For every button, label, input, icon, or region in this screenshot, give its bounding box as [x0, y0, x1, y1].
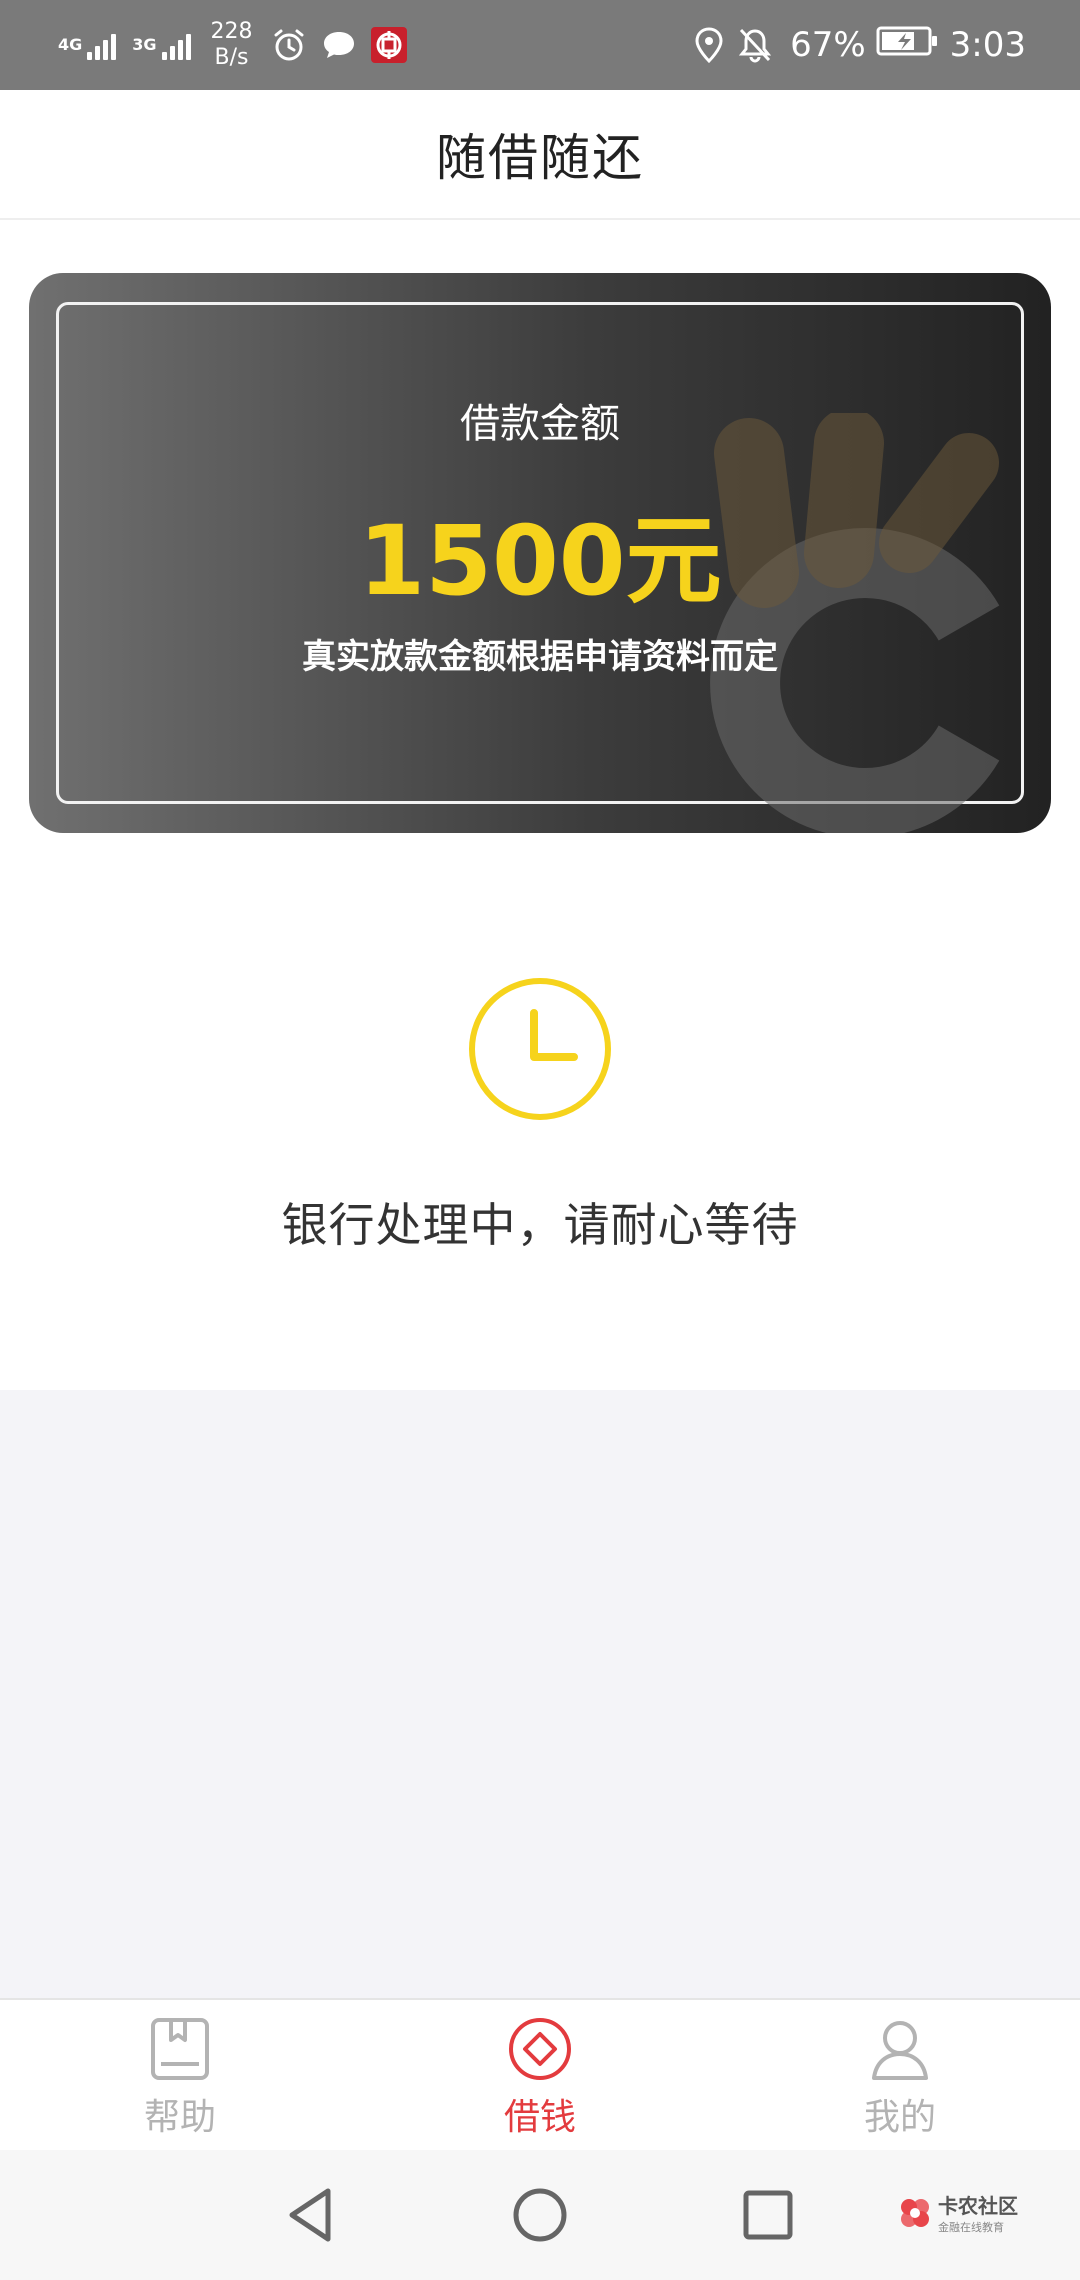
alarm-icon [271, 27, 307, 63]
recent-apps-square-icon[interactable] [738, 2185, 798, 2245]
back-triangle-icon[interactable] [280, 2185, 340, 2245]
signal-bars-icon [159, 30, 191, 60]
empty-content-area [0, 1390, 1080, 1998]
processing-section: 银行处理中，请耐心等待 [0, 833, 1080, 1390]
kanong-logo-icon [901, 2198, 929, 2227]
network-speed-unit: B/s [214, 45, 249, 70]
page-header: 随借随还 [0, 90, 1080, 220]
page-title: 随借随还 [436, 129, 644, 187]
system-nav-bar: 卡农社区 金融在线教育 [0, 2150, 1080, 2280]
status-bar: 4G 3G 228 B/s 67% 3:03 [0, 0, 1080, 90]
loan-amount-label: 借款金额 [460, 401, 620, 447]
help-book-icon [151, 2018, 209, 2080]
tab-help-label: 帮助 [143, 2097, 216, 2138]
battery-percent: 67% [790, 25, 866, 65]
loan-amount-value: 1500元 [358, 505, 722, 617]
home-circle-icon[interactable] [510, 2185, 570, 2245]
network-speed-value: 228 [210, 19, 253, 44]
bottom-tab-bar: 帮助 借钱 我的 [0, 1998, 1080, 2152]
signal-3g-label: 3G [132, 35, 157, 54]
status-bar-right: 67% 3:03 [694, 0, 1026, 90]
card-logo-watermark-icon [710, 413, 1000, 833]
network-speed: 228 B/s [211, 19, 253, 71]
signal-4g: 4G [58, 30, 117, 60]
profile-person-icon [872, 2021, 928, 2080]
signal-bars-icon [84, 30, 117, 60]
signal-3g: 3G [132, 30, 191, 60]
watermark-title: 卡农社区 [938, 2194, 1018, 2218]
loan-amount-note: 真实放款金额根据申请资料而定 [302, 637, 778, 677]
bank-app-icon [370, 27, 407, 63]
tab-help[interactable]: 帮助 [0, 2000, 360, 2152]
processing-status-text: 银行处理中，请耐心等待 [281, 1198, 799, 1252]
signal-4g-label: 4G [58, 35, 83, 54]
clock-time: 3:03 [949, 25, 1026, 65]
bell-muted-icon [738, 27, 772, 63]
tab-profile-label: 我的 [863, 2097, 936, 2138]
location-icon [694, 27, 724, 63]
borrow-diamond-icon [509, 2018, 571, 2080]
loan-amount-card: 借款金额 1500元 真实放款金额根据申请资料而定 [29, 273, 1051, 833]
kanong-watermark: 卡农社区 金融在线教育 [898, 2190, 1018, 2235]
tab-borrow[interactable]: 借钱 [360, 2000, 720, 2152]
tab-borrow-label: 借钱 [503, 2097, 576, 2138]
watermark-subtitle: 金融在线教育 [938, 2221, 1004, 2234]
clock-icon [469, 978, 611, 1120]
battery-charging-icon [876, 25, 938, 66]
status-bar-left: 4G 3G 228 B/s [58, 0, 421, 90]
tab-profile[interactable]: 我的 [720, 2000, 1080, 2152]
chat-bubble-icon [321, 28, 357, 62]
